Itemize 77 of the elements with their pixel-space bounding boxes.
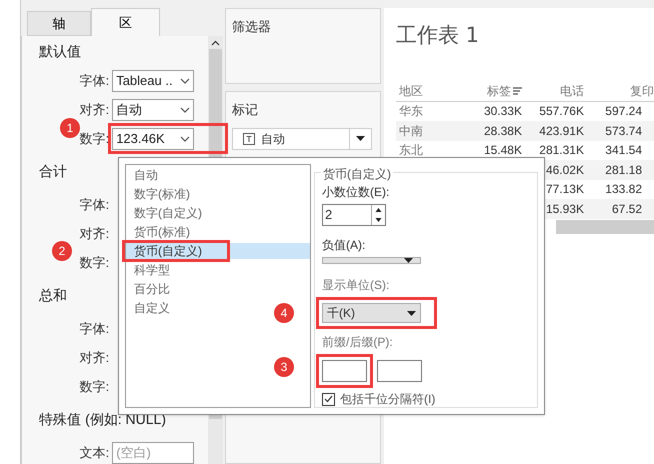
decimals-spinner[interactable]: 2 (322, 204, 386, 226)
mark-type-dropdown[interactable]: 自动 (232, 128, 372, 150)
table-cell: 28.38K (484, 124, 522, 138)
category-item[interactable]: 数字(标准) (126, 186, 192, 202)
section-title: 默认值 (39, 42, 82, 60)
table-cell: 15.48K (484, 143, 522, 158)
chevron-down-icon (180, 136, 190, 142)
chevron-down-icon (180, 78, 190, 84)
table-cell: 573.74 (605, 124, 642, 138)
section-title: 总和 (39, 286, 68, 305)
dropdown-triangle-icon (404, 258, 413, 263)
field-label: 对齐: (78, 348, 110, 367)
scroll-up-icon[interactable] (211, 40, 220, 46)
checkbox[interactable] (322, 392, 335, 406)
negative-dropdown[interactable] (322, 257, 421, 264)
dropdown-triangle-icon (356, 136, 366, 141)
table-cell: 67.52 (612, 202, 642, 216)
column-header: 电话 (560, 84, 584, 98)
category-item[interactable]: 货币(标准) (126, 224, 192, 240)
highlight-frame (316, 354, 373, 388)
field-label: 对齐: (78, 100, 110, 119)
table-cell: 281.18 (605, 162, 642, 177)
field-label: 负值(A): (322, 237, 366, 254)
category-item[interactable]: 自动 (126, 167, 160, 183)
table-cell: 77.13K (546, 182, 584, 196)
format-dropdown[interactable]: Tableau .. (112, 70, 194, 92)
field-label: 前缀/后缀(P): (322, 334, 394, 351)
table-cell: 华东 (399, 104, 423, 118)
field-label: 数字: (78, 378, 110, 396)
sort-icon[interactable] (513, 87, 522, 95)
field-label: 字体: (78, 72, 110, 90)
card-title: 筛选器 (232, 19, 272, 34)
field-label: 显示单位(S): (322, 277, 390, 294)
table-cell: 423.91K (539, 124, 584, 138)
column-header: 地区 (399, 84, 423, 98)
prefix-field[interactable] (322, 360, 367, 382)
section-title: 合计 (39, 162, 68, 181)
table-cell: 597.24 (605, 104, 642, 118)
column-header: 标签 (487, 83, 511, 100)
category-item[interactable]: 自定义 (126, 300, 172, 316)
column-header: 复印 (630, 84, 654, 98)
suffix-field[interactable] (377, 360, 422, 382)
chevron-down-icon (180, 106, 190, 112)
table-cell: 133.82 (605, 182, 642, 196)
text-mark-icon (243, 132, 256, 144)
table-cell: 15.93K (546, 202, 584, 216)
checkbox-label: 包括千位分隔符(I) (340, 391, 436, 408)
field-label: 文本: (78, 444, 110, 462)
checkmark-icon (324, 395, 333, 403)
field-label: 数字: (78, 254, 110, 272)
worksheet-title: 工作表 1 (396, 22, 480, 49)
table-cell: 中南 (399, 124, 423, 138)
format-dropdown[interactable]: 123.46K (112, 128, 194, 150)
field-label: 对齐: (78, 224, 110, 243)
group-title: 货币(自定义) (321, 165, 393, 183)
category-item[interactable]: 货币(自定义) (126, 243, 310, 259)
table-cell: 281.31K (539, 143, 584, 158)
text-input-field[interactable]: (空白) (112, 442, 194, 464)
format-dropdown[interactable]: 自动 (112, 98, 194, 120)
field-label: 字体: (78, 320, 110, 338)
field-label: 小数位数(E): (322, 184, 390, 201)
category-item[interactable]: 科学型 (126, 262, 172, 278)
table-cell: 341.54 (605, 143, 642, 158)
section-title: 特殊值 (例如: NULL) (39, 410, 166, 429)
table-cell: 30.33K (484, 104, 522, 118)
units-dropdown[interactable]: 千(K) (322, 303, 421, 323)
field-label: 数字: (78, 130, 110, 148)
tab[interactable]: 轴 (27, 11, 92, 36)
card-title: 标记 (232, 101, 260, 119)
category-item[interactable]: 数字(自定义) (126, 205, 204, 221)
table-cell: 东北 (399, 143, 423, 158)
tab[interactable]: 区 (91, 8, 160, 36)
dropdown-triangle-icon (407, 310, 416, 316)
table-cell: 46.02K (546, 162, 584, 177)
table-cell: 557.76K (539, 104, 584, 118)
category-item[interactable]: 百分比 (126, 281, 172, 297)
field-label: 字体: (78, 196, 110, 214)
